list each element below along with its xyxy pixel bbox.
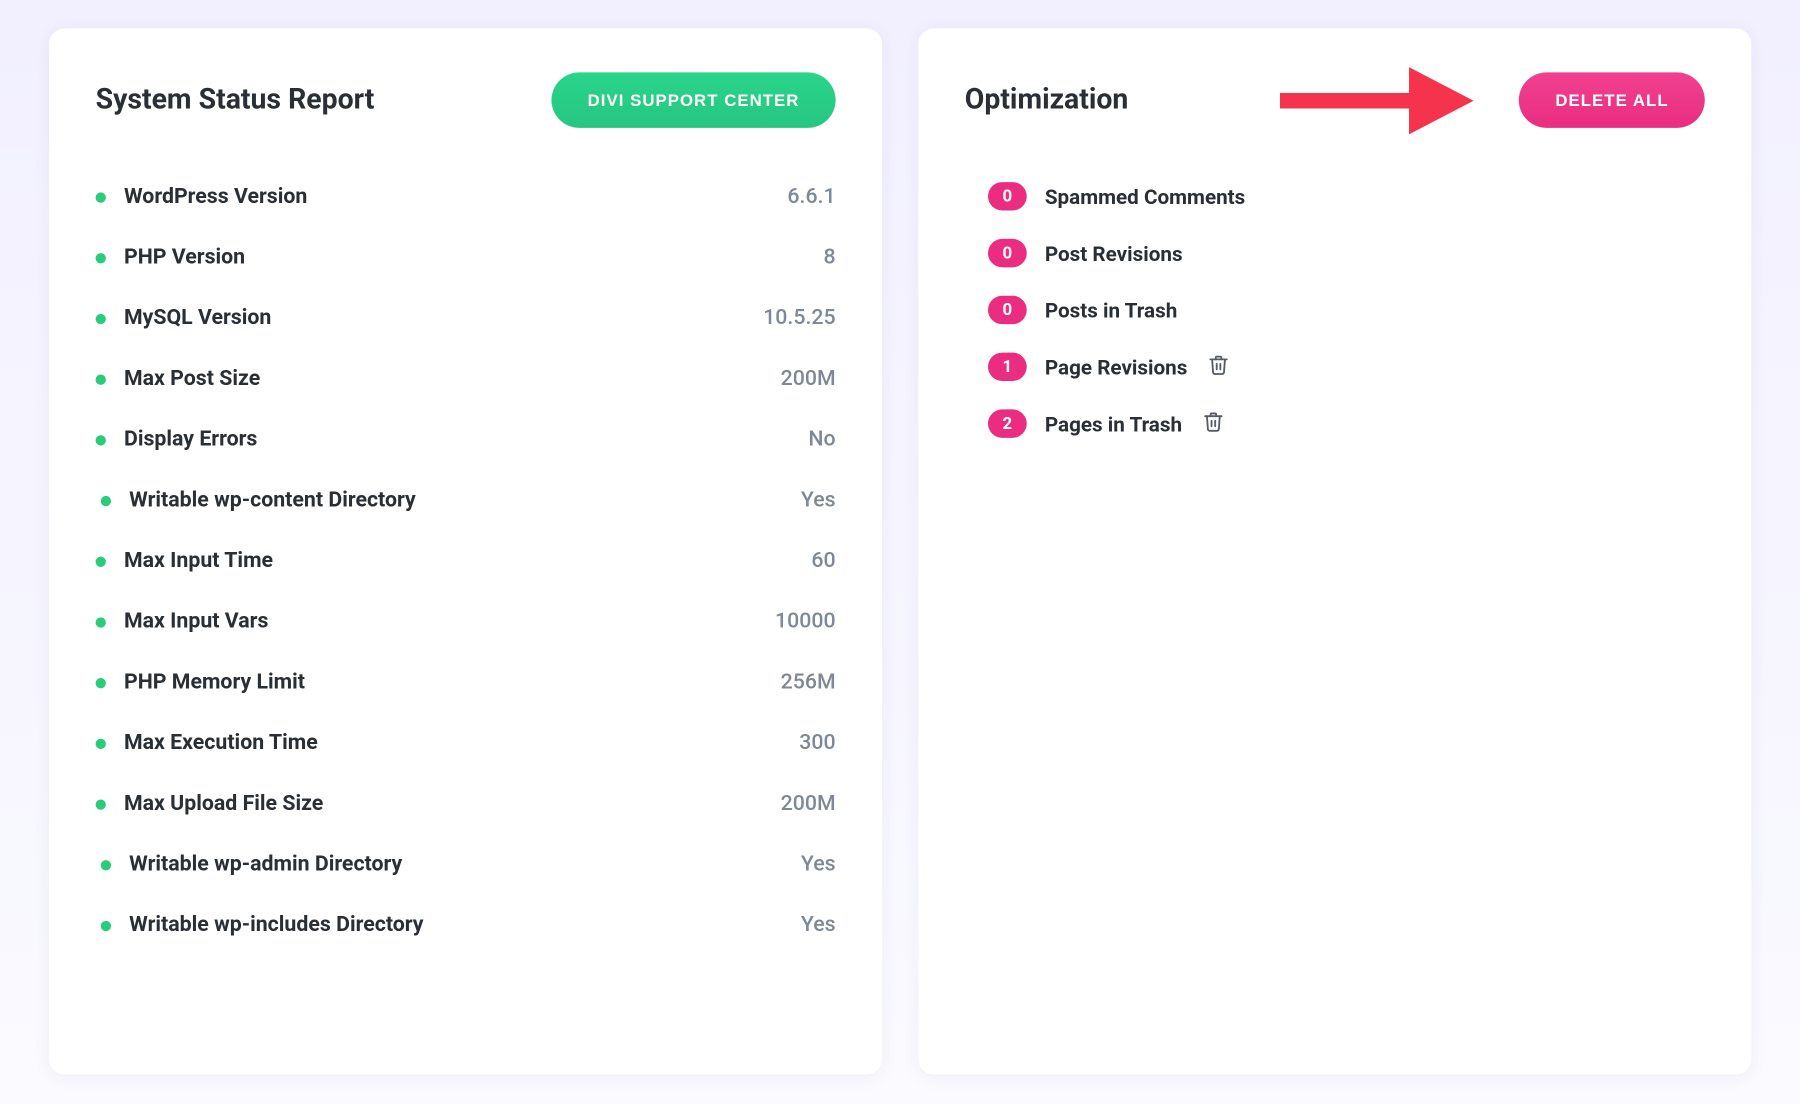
status-label: Max Post Size (124, 367, 260, 392)
status-row: Max Post Size 200M (96, 349, 836, 410)
system-status-title: System Status Report (96, 84, 375, 116)
count-badge: 2 (988, 409, 1027, 437)
status-row-left: WordPress Version (96, 185, 308, 210)
status-value: 10000 (775, 610, 836, 635)
status-label: PHP Memory Limit (124, 670, 305, 695)
status-row-left: MySQL Version (96, 306, 272, 331)
optimization-label: Posts in Trash (1045, 298, 1177, 323)
optimization-header: Optimization DELETE ALL (965, 72, 1705, 128)
status-value: Yes (801, 913, 836, 938)
status-label: Writable wp-admin Directory (129, 852, 402, 877)
status-ok-dot-icon (101, 859, 111, 869)
count-badge: 1 (988, 353, 1027, 381)
status-label: Max Execution Time (124, 731, 318, 756)
status-row: Max Input Vars 10000 (96, 592, 836, 653)
status-label: PHP Version (124, 245, 245, 270)
status-value: 200M (781, 367, 836, 392)
optimization-label: Page Revisions (1045, 355, 1188, 380)
status-label: Writable wp-includes Directory (129, 913, 423, 938)
status-row-left: PHP Memory Limit (96, 670, 305, 695)
count-badge: 0 (988, 296, 1027, 324)
status-row-left: Max Execution Time (96, 731, 318, 756)
status-ok-dot-icon (96, 313, 106, 323)
status-ok-dot-icon (96, 192, 106, 202)
status-row: Max Upload File Size 200M (96, 774, 836, 835)
status-ok-dot-icon (96, 617, 106, 627)
status-label: Display Errors (124, 427, 257, 452)
status-label: MySQL Version (124, 306, 271, 331)
status-row-left: Max Input Vars (96, 610, 269, 635)
status-row: Writable wp-content Directory Yes (96, 470, 836, 531)
status-row-left: PHP Version (96, 245, 246, 270)
status-value: 60 (811, 549, 835, 574)
optimization-row: 0 Spammed Comments (988, 174, 1705, 218)
status-value: Yes (801, 852, 836, 877)
status-ok-dot-icon (96, 374, 106, 384)
optimization-label: Pages in Trash (1045, 411, 1182, 436)
optimization-row: 1 Page Revisions (988, 345, 1705, 389)
status-ok-dot-icon (101, 495, 111, 505)
status-row-left: Writable wp-admin Directory (96, 852, 403, 877)
status-row-left: Max Upload File Size (96, 792, 324, 817)
optimization-row: 0 Posts in Trash (988, 288, 1705, 332)
status-row-left: Writable wp-includes Directory (96, 913, 424, 938)
count-badge: 0 (988, 182, 1027, 210)
optimization-row: 0 Post Revisions (988, 231, 1705, 275)
status-row: PHP Memory Limit 256M (96, 652, 836, 713)
status-row-left: Display Errors (96, 427, 258, 452)
system-status-list: WordPress Version 6.6.1 PHP Version 8 MySQL … (96, 167, 836, 956)
status-row: Display Errors No (96, 409, 836, 470)
optimization-label: Spammed Comments (1045, 184, 1245, 209)
status-value: 300 (799, 731, 835, 756)
status-row: Writable wp-includes Directory Yes (96, 895, 836, 956)
optimization-list: 0 Spammed Comments 0 Post Revisions 0 Posts i… (965, 167, 1705, 446)
optimization-row: 2 Pages in Trash (988, 402, 1705, 446)
status-value: 256M (781, 670, 836, 695)
status-ok-dot-icon (96, 738, 106, 748)
system-status-card: System Status Report DIVI SUPPORT CENTER… (49, 28, 882, 1074)
status-row: WordPress Version 6.6.1 (96, 167, 836, 228)
status-row-left: Writable wp-content Directory (96, 488, 416, 513)
optimization-label: Post Revisions (1045, 241, 1183, 266)
divi-support-center-button[interactable]: DIVI SUPPORT CENTER (551, 72, 835, 128)
delete-all-button[interactable]: DELETE ALL (1519, 72, 1705, 128)
status-value: 6.6.1 (787, 185, 835, 210)
status-label: WordPress Version (124, 185, 307, 210)
status-label: Max Input Vars (124, 610, 268, 635)
status-value: 8 (823, 245, 835, 270)
status-label: Max Input Time (124, 549, 273, 574)
status-ok-dot-icon (96, 435, 106, 445)
status-row-left: Max Post Size (96, 367, 261, 392)
trash-icon (1208, 354, 1230, 380)
status-ok-dot-icon (101, 920, 111, 930)
optimization-card: Optimization DELETE ALL 0 Spammed Comment… (918, 28, 1751, 1074)
status-ok-dot-icon (96, 252, 106, 262)
status-value: No (808, 427, 835, 452)
status-ok-dot-icon (96, 677, 106, 687)
status-ok-dot-icon (96, 799, 106, 809)
system-status-header: System Status Report DIVI SUPPORT CENTER (96, 72, 836, 128)
status-row: MySQL Version 10.5.25 (96, 288, 836, 349)
delete-item-button[interactable] (1203, 411, 1225, 437)
status-row: Max Execution Time 300 (96, 713, 836, 774)
count-badge: 0 (988, 239, 1027, 267)
status-row: Max Input Time 60 (96, 531, 836, 592)
status-row-left: Max Input Time (96, 549, 273, 574)
status-label: Writable wp-content Directory (129, 488, 416, 513)
status-value: 10.5.25 (763, 306, 835, 331)
status-ok-dot-icon (96, 556, 106, 566)
delete-item-button[interactable] (1208, 354, 1230, 380)
status-label: Max Upload File Size (124, 792, 323, 817)
status-row: PHP Version 8 (96, 227, 836, 288)
status-value: 200M (781, 792, 836, 817)
trash-icon (1203, 411, 1225, 437)
optimization-title: Optimization (965, 84, 1129, 116)
status-row: Writable wp-admin Directory Yes (96, 834, 836, 895)
status-value: Yes (801, 488, 836, 513)
